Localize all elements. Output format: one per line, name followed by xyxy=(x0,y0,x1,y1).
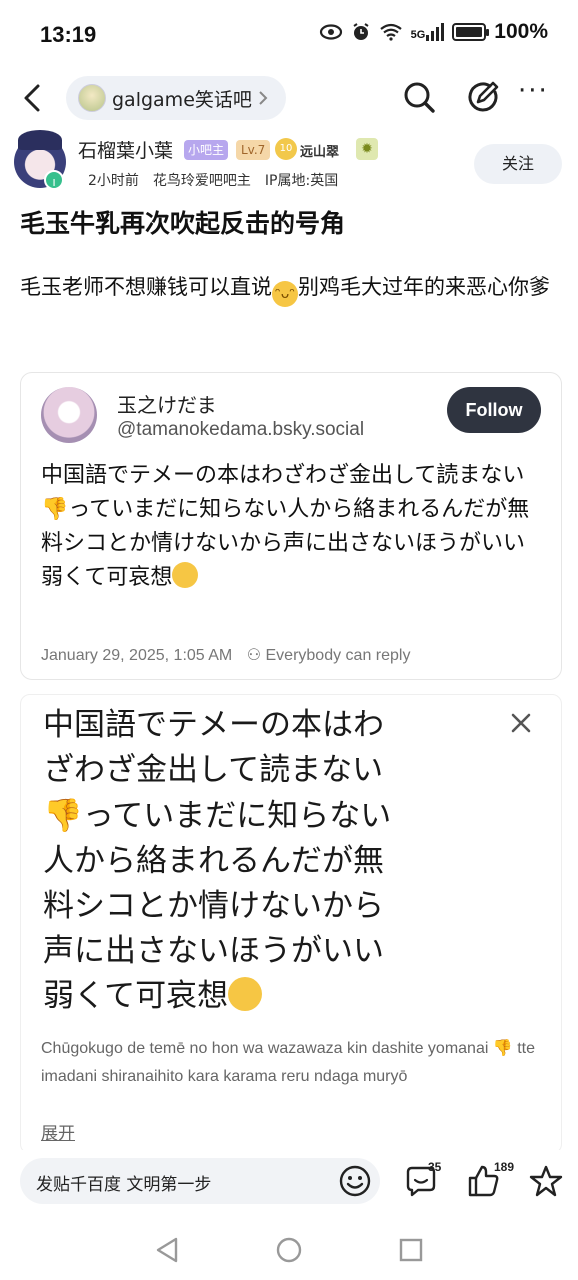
thumbs-down-icon: 👎 xyxy=(41,497,69,522)
like-count: 189 xyxy=(494,1160,515,1174)
sweat-smile-emoji-icon xyxy=(228,977,263,1011)
translation-original-text: 中国語でテメーの本はわ ざわざ金出して読まない 👎っていまだに知らない 人から絡… xyxy=(43,707,392,1014)
edit-icon[interactable] xyxy=(466,80,500,114)
chevron-right-icon xyxy=(259,91,268,105)
system-nav-bar xyxy=(0,1220,578,1280)
sweat-smile-emoji-icon xyxy=(172,562,199,588)
embed-date: January 29, 2025, 1:05 AM xyxy=(41,647,233,664)
wifi-icon xyxy=(379,23,402,41)
people-icon: ⚇ xyxy=(246,647,262,664)
expand-link[interactable]: 展开 xyxy=(41,1119,75,1144)
comment-count: 35 xyxy=(428,1160,442,1174)
embed-avatar xyxy=(41,387,97,443)
status-bar: 13:19 5G 100% xyxy=(0,0,578,70)
level-badge: Lv.7 xyxy=(236,140,271,160)
compose-input[interactable]: 发贴千百度 文明第一步 xyxy=(20,1158,380,1204)
romaji-text: Chūgokugo de temē no hon wa wazawaza kin… xyxy=(41,1035,541,1091)
nav-home-circle-icon[interactable] xyxy=(275,1236,303,1264)
star-icon[interactable] xyxy=(528,1164,564,1198)
emoji-icon[interactable] xyxy=(338,1164,372,1198)
battery-percent: 100% xyxy=(494,20,548,43)
author-name[interactable]: 石榴葉小葉 xyxy=(78,136,173,163)
back-icon[interactable] xyxy=(22,82,42,114)
gear-badge-icon: ✹ xyxy=(356,138,378,160)
forum-pill[interactable]: galgame笑话吧 xyxy=(66,76,286,120)
thumbs-down-icon: 👎 xyxy=(492,1040,513,1057)
forum-avatar xyxy=(78,84,106,112)
compose-placeholder: 发贴千百度 文明第一步 xyxy=(36,1175,212,1195)
search-icon[interactable] xyxy=(402,80,436,114)
embed-meta: January 29, 2025, 1:05 AM ⚇ Everybody ca… xyxy=(41,645,410,665)
network-label: 5G xyxy=(410,29,426,41)
embed-handle: @tamanokedama.bsky.social xyxy=(117,419,365,440)
mod-badge: 小吧主 xyxy=(184,140,229,160)
grinning-cat-emoji-icon: ᵔᴗᵔ xyxy=(272,281,298,307)
avatar[interactable]: ı xyxy=(14,130,66,190)
embedded-post[interactable]: 玉之けだま @tamanokedama.bsky.social Follow 中… xyxy=(20,372,562,680)
title-badge: 远山翠 xyxy=(300,145,340,160)
verified-badge-icon: ı xyxy=(44,170,64,190)
follow-button[interactable]: 关注 xyxy=(474,144,562,184)
ip-location: IP属地:英国 xyxy=(264,173,339,189)
status-time: 13:19 xyxy=(40,22,97,47)
heart-level-badge: 10 xyxy=(275,138,297,160)
alarm-icon xyxy=(353,23,369,40)
bottom-action-bar: 发贴千百度 文明第一步 35 189 xyxy=(0,1150,578,1210)
post-title: 毛玉牛乳再次吹起反击的号角 xyxy=(20,209,346,238)
nav-recents-square-icon[interactable] xyxy=(398,1237,424,1263)
nav-back-triangle-icon[interactable] xyxy=(154,1236,180,1264)
post-time: 2小时前 xyxy=(88,173,139,189)
author-row: ı 石榴葉小葉 小吧主 Lv.7 10 远山翠 ✹ 2小时前 花鸟玲爱吧吧主 IP属… xyxy=(0,130,578,192)
eye-icon xyxy=(319,24,342,40)
status-icons: 5G 100% xyxy=(319,20,548,44)
battery-icon xyxy=(452,23,490,41)
close-icon[interactable] xyxy=(509,711,533,735)
signal-icon xyxy=(426,23,445,41)
more-icon[interactable]: ··· xyxy=(518,76,549,106)
author-meta: 2小时前 花鸟玲爱吧吧主 IP属地:英国 xyxy=(88,170,352,190)
reply-setting: Everybody can reply xyxy=(265,647,411,664)
forum-name: galgame笑话吧 xyxy=(112,88,252,111)
thumbs-down-icon: 👎 xyxy=(43,796,83,834)
top-nav: galgame笑话吧 ··· xyxy=(0,70,578,128)
embed-follow-button[interactable]: Follow xyxy=(447,387,541,433)
author-role: 花鸟玲爱吧吧主 xyxy=(152,173,251,189)
post-body: 毛玉老师不想赚钱可以直说 ᵔᴗᵔ 别鸡毛大过年的来恶心你爹 xyxy=(20,268,560,307)
embed-author-name: 玉之けだま xyxy=(117,393,217,417)
embed-text: 中国語でテメーの本はわざわざ金出して読まない👎っていまだに知らない人から絡まれる… xyxy=(41,463,548,590)
translation-card: 中国語でテメーの本はわ ざわざ金出して読まない 👎っていまだに知らない 人から絡… xyxy=(20,694,562,1154)
